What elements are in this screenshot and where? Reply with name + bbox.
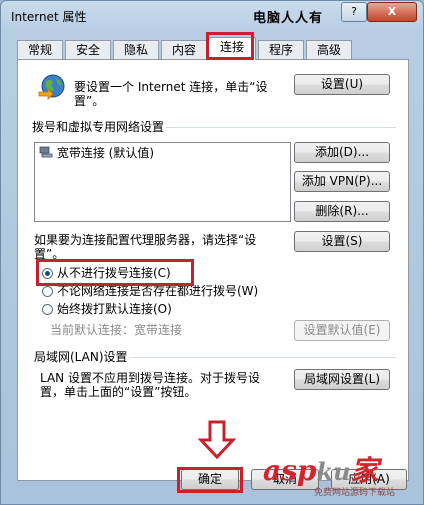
tab-programs[interactable]: 程序 xyxy=(258,40,304,59)
watermark-subtitle: 免费网站源码下载站 xyxy=(314,488,396,498)
radio-always-dial-label[interactable]: 始终拨打默认连接(O) xyxy=(57,302,172,316)
add-button[interactable]: 添加(D)... xyxy=(294,142,390,163)
section-divider xyxy=(166,127,396,128)
title-bar[interactable]: Internet 属性 电脑人人有 ? X xyxy=(1,1,424,31)
proxy-settings-button[interactable]: 设置(S) xyxy=(294,231,390,252)
dialog-window: Internet 属性 电脑人人有 ? X 常规 安全 隐私 内容 连接 程序 … xyxy=(0,0,424,505)
proxy-description-line1: 如果要为连接配置代理服务器，请选择“设 xyxy=(34,233,257,247)
dialup-section-heading: 拨号和虚拟专用网络设置 xyxy=(32,120,165,134)
tab-content[interactable]: 内容 xyxy=(161,40,207,59)
radio-always-dial[interactable] xyxy=(42,304,53,315)
setup-button[interactable]: 设置(U) xyxy=(294,74,390,95)
setup-description-line1: 要设置一个 Internet 连接，单击“设 xyxy=(74,80,268,94)
ok-highlight-box xyxy=(177,467,243,493)
remove-button[interactable]: 删除(R)... xyxy=(294,201,390,222)
tab-highlight-box xyxy=(206,32,254,60)
tab-general[interactable]: 常规 xyxy=(17,40,63,59)
lan-section-heading: 局域网(LAN)设置 xyxy=(34,350,128,364)
section-divider xyxy=(130,357,396,358)
lan-description-line2: 置，单击上面的“设置”按钮。 xyxy=(40,385,197,399)
watermark-text-top: 电脑人人有 xyxy=(253,11,324,26)
watermark-logo: aspku家 xyxy=(263,454,379,487)
tab-privacy[interactable]: 隐私 xyxy=(113,40,159,59)
network-connection-icon xyxy=(39,146,53,158)
connections-panel: 要设置一个 Internet 连接，单击“设 置”。 设置(U) 拨号和虚拟专用… xyxy=(17,59,409,481)
list-item-broadband[interactable]: 宽带连接 (默认值) xyxy=(39,146,287,160)
tab-security[interactable]: 安全 xyxy=(65,40,111,59)
list-item-label: 宽带连接 (默认值) xyxy=(56,146,155,160)
setup-description-line2: 置”。 xyxy=(74,94,105,108)
globe-icon xyxy=(38,74,65,100)
lan-settings-button[interactable]: 局域网设置(L) xyxy=(294,369,390,390)
radio-dial-when-no-network[interactable] xyxy=(42,286,53,297)
help-button[interactable]: ? xyxy=(341,2,367,22)
radio-dial-when-no-network-label[interactable]: 不论网络连接是否存在都进行拨号(W) xyxy=(57,284,258,298)
arrow-down-icon xyxy=(198,420,236,460)
option-highlight-box xyxy=(36,259,194,286)
close-button[interactable]: X xyxy=(367,2,417,22)
current-default-connection: 当前默认连接：宽带连接 xyxy=(50,323,183,337)
window-title: Internet 属性 xyxy=(11,10,87,24)
set-default-button[interactable]: 设置默认值(E) xyxy=(294,320,390,341)
lan-description-line1: LAN 设置不应用到拨号连接。对于拨号设 xyxy=(40,371,260,385)
add-vpn-button[interactable]: 添加 VPN(P)... xyxy=(294,171,390,192)
connection-list[interactable]: 宽带连接 (默认值) xyxy=(34,142,291,222)
tab-advanced[interactable]: 高级 xyxy=(306,40,352,59)
